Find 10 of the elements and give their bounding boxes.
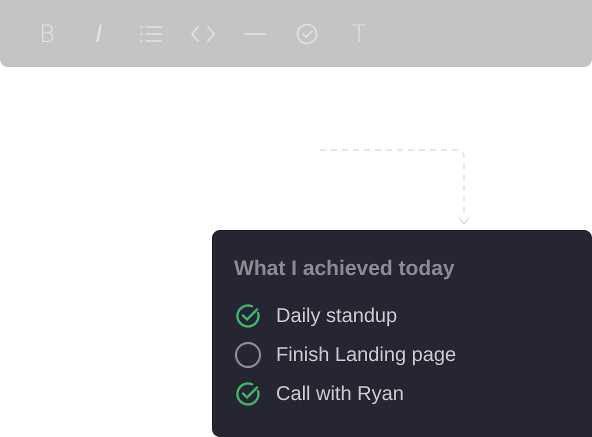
check-circle-icon <box>296 22 318 44</box>
list-icon <box>140 24 162 42</box>
task-label: Finish Landing page <box>276 343 456 368</box>
checked-circle-icon[interactable] <box>234 380 262 408</box>
task-label: Daily standup <box>276 304 398 329</box>
task-label: Call with Ryan <box>276 382 404 407</box>
code-icon <box>190 24 216 42</box>
checked-circle-icon[interactable] <box>234 302 262 330</box>
empty-circle-icon[interactable] <box>234 341 262 369</box>
card-title: What I achieved today <box>234 256 456 282</box>
